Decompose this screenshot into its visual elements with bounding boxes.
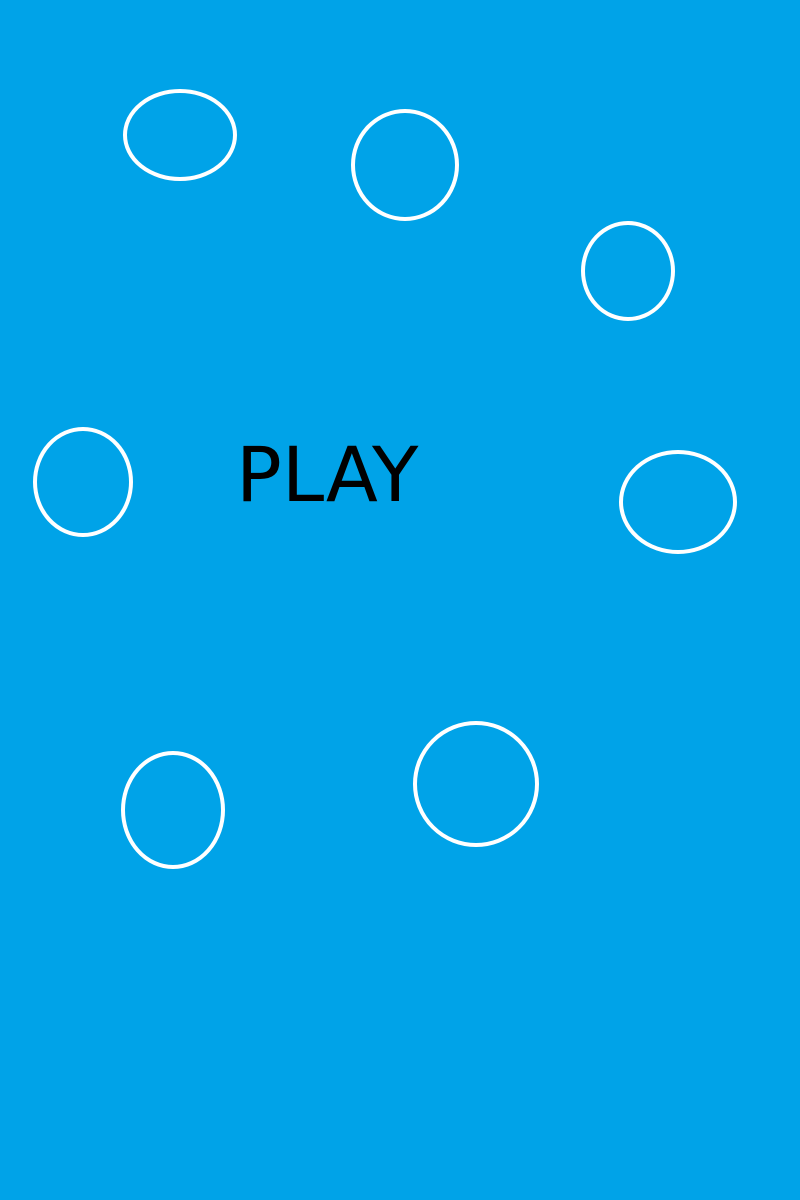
- game-menu-screen: PLAY: [0, 0, 800, 1200]
- bubble-icon: [581, 221, 675, 321]
- bubble-icon: [619, 450, 737, 554]
- bubble-icon: [351, 109, 459, 221]
- bubble-icon: [413, 721, 539, 847]
- bubble-icon: [121, 751, 225, 869]
- bubble-field: [33, 89, 737, 869]
- play-button[interactable]: PLAY: [236, 430, 436, 520]
- bubble-icon: [33, 427, 133, 537]
- bubble-icon: [123, 89, 237, 181]
